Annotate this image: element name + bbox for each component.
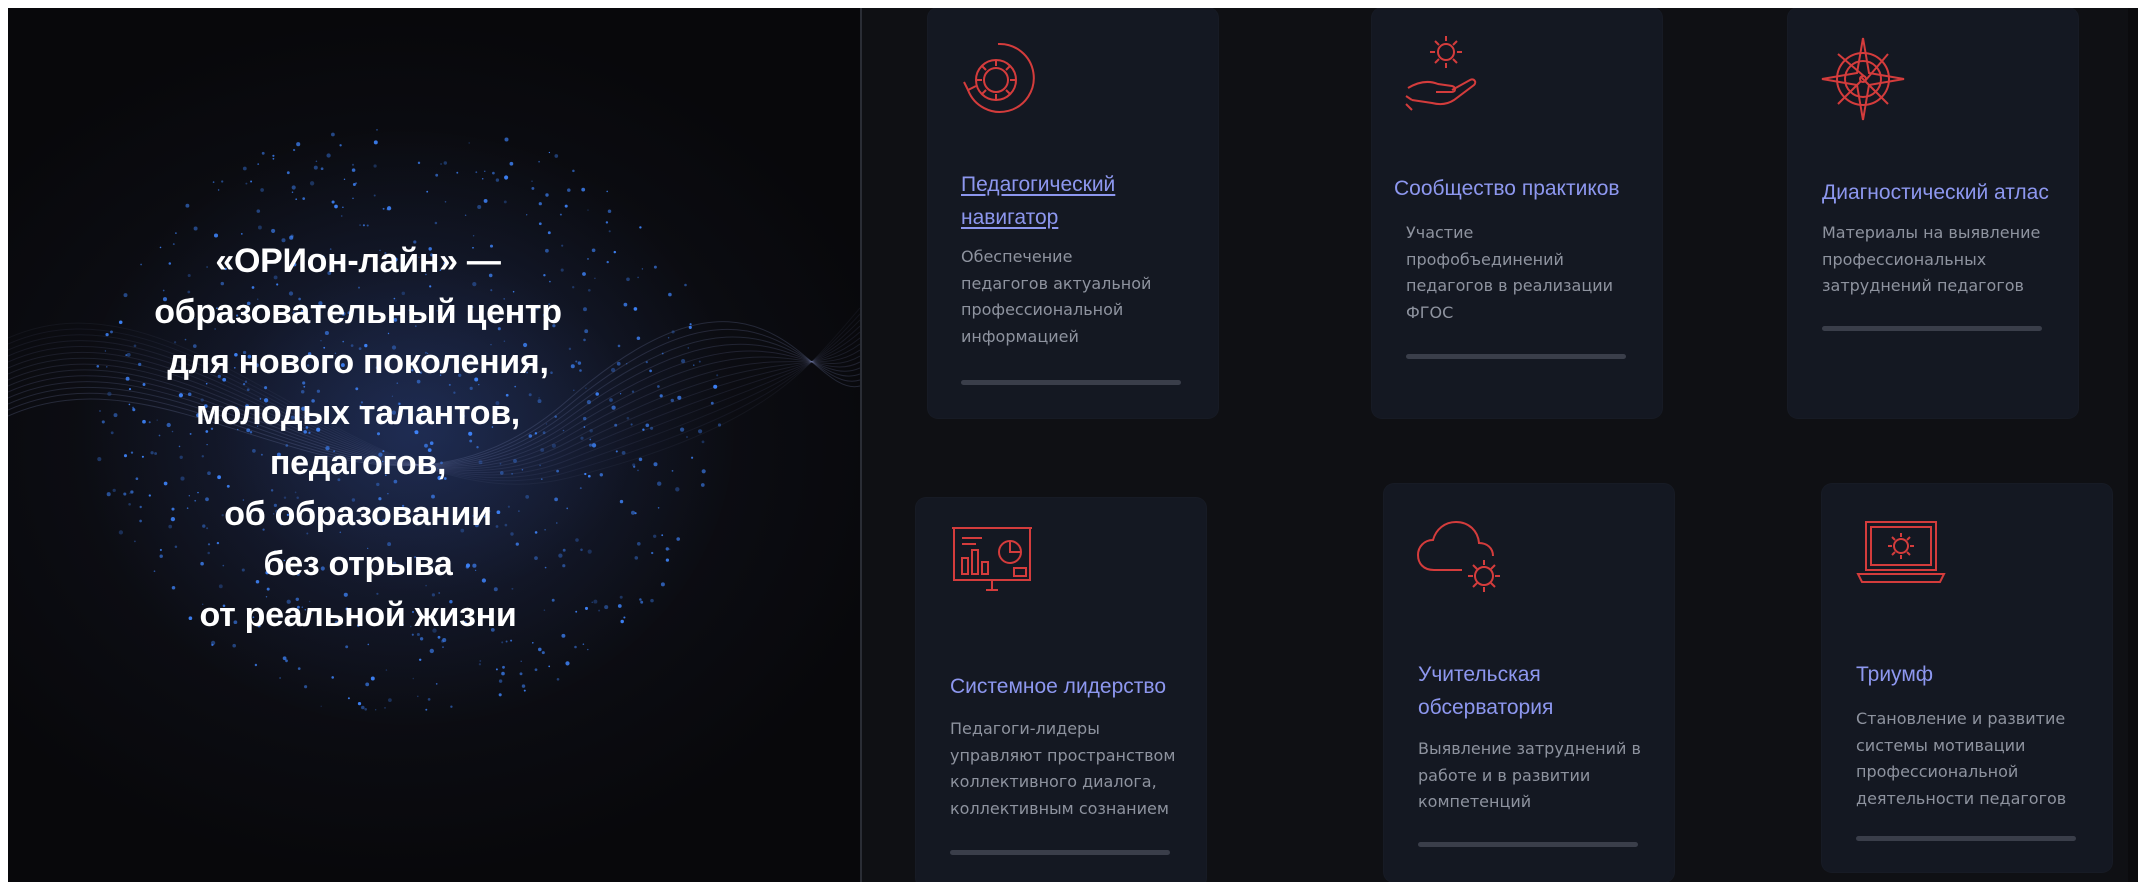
card-description: Становление и развитие системы мотивации… (1856, 709, 2067, 808)
page-frame: «ОРИон-лайн» — образовательный центр для… (8, 8, 2138, 882)
card-description: Обеспечение педагогов актуальной професс… (961, 247, 1152, 346)
compass-rose-icon (1821, 37, 1905, 121)
card-divider-bar (1856, 836, 2076, 841)
card-triumph[interactable]: Триумф Становление и развитие системы мо… (1822, 484, 2112, 872)
card-divider-bar (961, 380, 1181, 385)
hero-headline: «ОРИон-лайн» — образовательный центр для… (154, 242, 562, 634)
laptop-gear-icon (1856, 521, 1946, 583)
card-practitioners-community[interactable]: Сообщество практиков Участие профобъедин… (1372, 8, 1662, 418)
card-title[interactable]: Сообщество практиков (1394, 172, 1654, 205)
scrollbar-track[interactable] (2128, 8, 2138, 882)
card-divider-bar (1822, 326, 2042, 331)
programs-grid: Педагогический навигатор Обеспечение пед… (862, 8, 2138, 882)
card-title[interactable]: Учительская обсерватория (1418, 658, 1648, 724)
card-divider-bar (950, 850, 1170, 855)
card-title[interactable]: Диагностический атлас (1822, 176, 2072, 209)
hero-banner: «ОРИон-лайн» — образовательный центр для… (8, 8, 860, 882)
card-description: Выявление затруднений в работе и в разви… (1418, 739, 1641, 811)
card-title[interactable]: Педагогический навигатор (961, 168, 1141, 234)
card-description: Педагоги-лидеры управляют пространством … (950, 719, 1176, 818)
cloud-gear-icon (1416, 520, 1500, 592)
card-description: Участие профобъединений педагогов в реал… (1406, 223, 1614, 322)
card-description: Материалы на выявление профессиональных … (1822, 223, 2041, 295)
presentation-board-icon (952, 527, 1032, 591)
card-title[interactable]: Системное лидерство (950, 670, 1200, 703)
card-diagnostic-atlas[interactable]: Диагностический атлас Материалы на выявл… (1788, 8, 2078, 418)
card-divider-bar (1406, 354, 1626, 359)
card-system-leadership[interactable]: Системное лидерство Педагоги-лидеры упра… (916, 498, 1206, 882)
card-divider-bar (1418, 842, 1638, 847)
card-pedagogical-navigator[interactable]: Педагогический навигатор Обеспечение пед… (928, 8, 1218, 418)
card-title[interactable]: Триумф (1856, 658, 2086, 691)
gear-hand-icon (1405, 36, 1477, 111)
gear-refresh-icon (963, 42, 1035, 113)
card-teachers-observatory[interactable]: Учительская обсерватория Выявление затру… (1384, 484, 1674, 882)
